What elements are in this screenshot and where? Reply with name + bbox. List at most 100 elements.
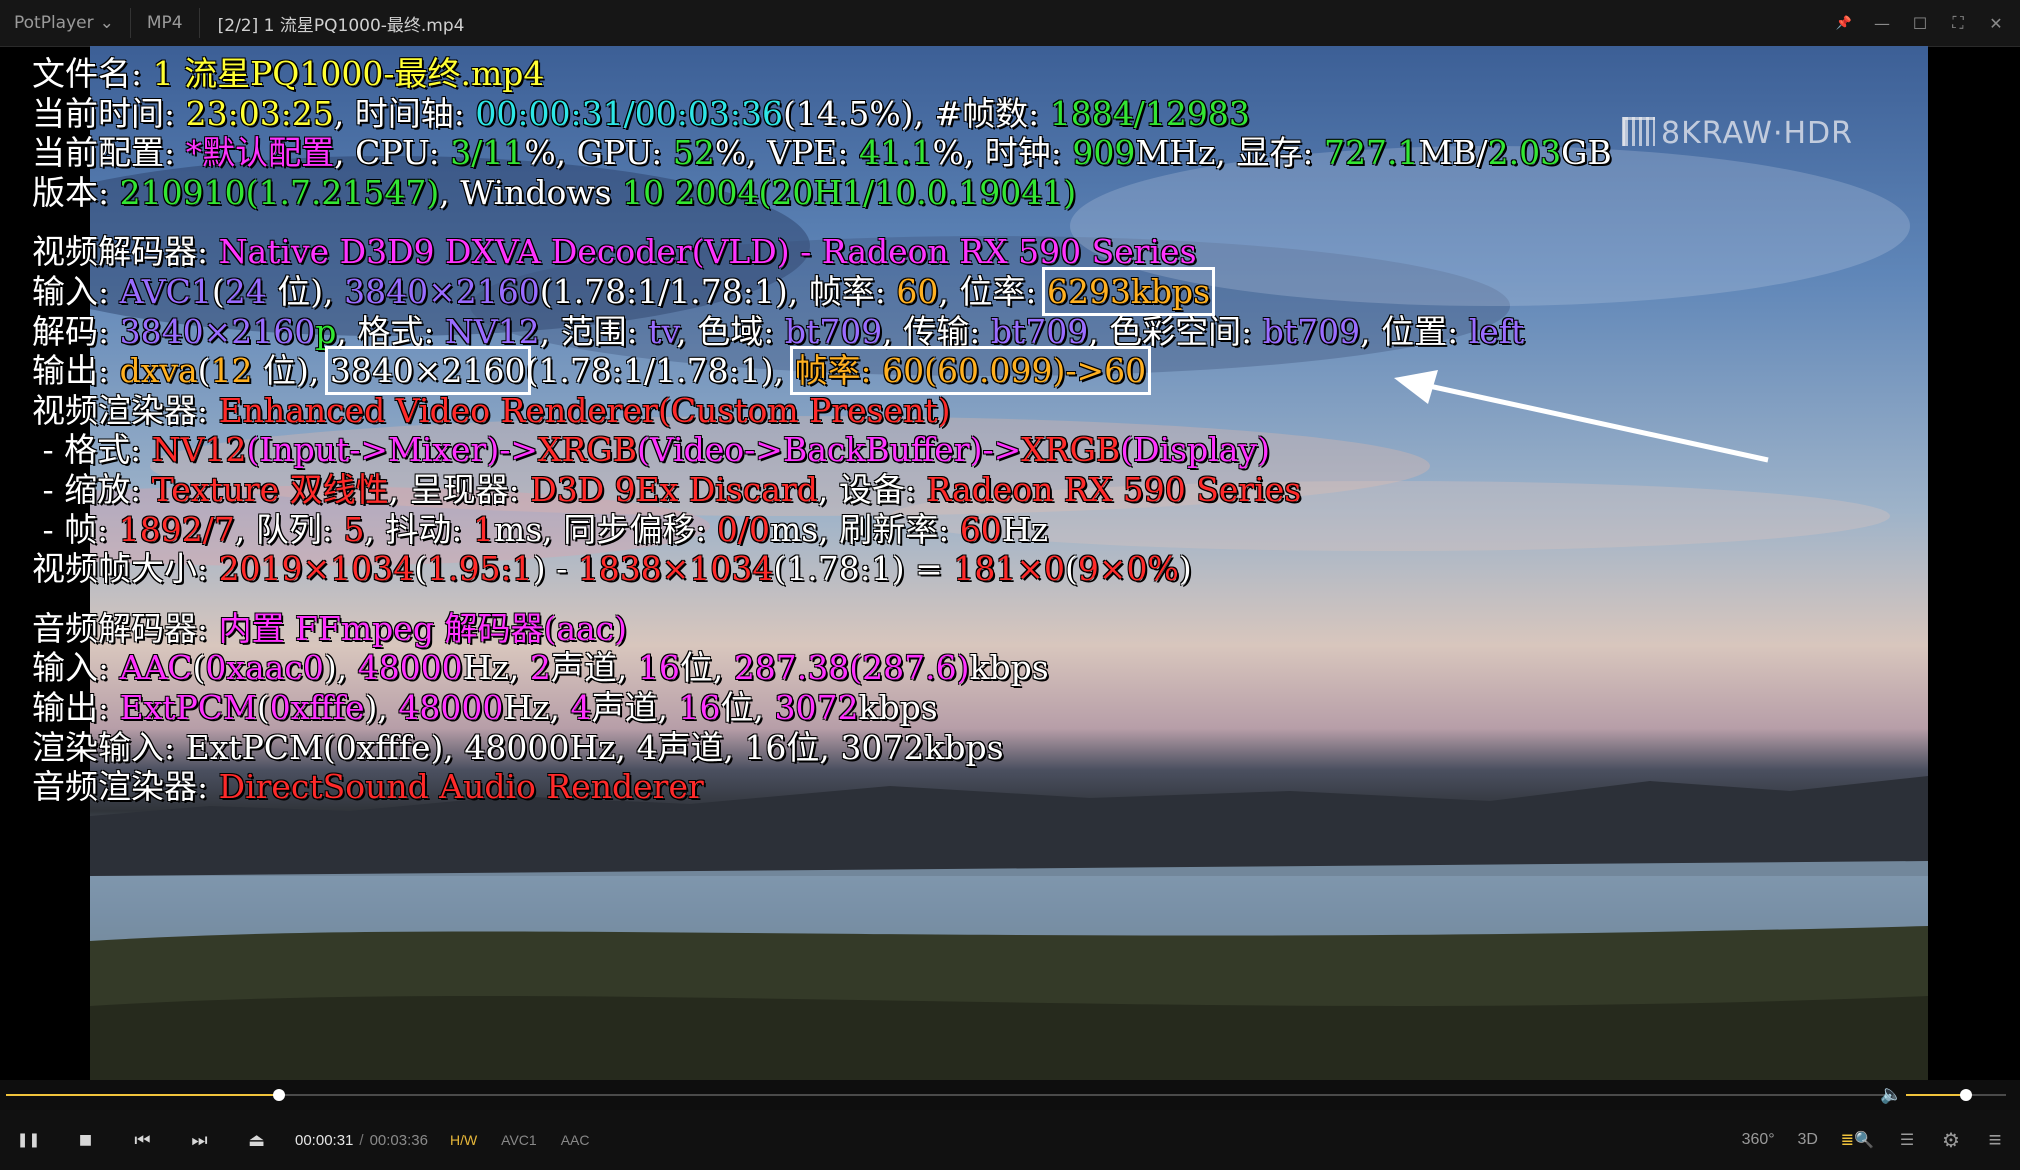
seek-handle[interactable]: [272, 1089, 285, 1101]
osd-text: (Video->BackBuffer)->: [636, 430, 1022, 470]
osd-text: (1.78:1/1.78:1), 帧率:: [539, 271, 897, 311]
osd-text: 0/0: [716, 509, 770, 549]
previous-button[interactable]: ⏮: [114, 1130, 171, 1151]
title-bar: PotPlayer ⌄ MP4 [2/2] 1 流星PQ1000-最终.mp4 …: [0, 0, 2020, 47]
fullscreen-button[interactable]: ⛶: [1948, 13, 1968, 33]
settings-gear-icon[interactable]: ⚙: [1940, 1128, 1962, 1153]
osd-text: 输入:: [32, 648, 120, 688]
osd-text: NV12: [444, 311, 540, 351]
app-menu-button[interactable]: PotPlayer ⌄: [14, 8, 131, 38]
osd-text: Native D3D9 DXVA Decoder(VLD) - Radeon R…: [218, 232, 1197, 272]
osd-text: 16: [678, 687, 721, 727]
osd-highlighted-value: 帧率: 60(60.099)->60: [789, 346, 1152, 396]
3d-button[interactable]: 3D: [1797, 1131, 1819, 1149]
osd-text: - 缩放:: [32, 469, 152, 509]
osd-text: , CPU:: [334, 133, 451, 173]
osd-line: 音频解码器: 内置 FFmpeg 解码器(aac): [32, 609, 1612, 649]
osd-text: 输出:: [32, 351, 120, 391]
osd-text: 12: [210, 351, 253, 391]
eject-button[interactable]: ⏏: [228, 1130, 285, 1151]
close-button[interactable]: ✕: [1986, 14, 2006, 33]
hardware-decode-tag[interactable]: H/W: [444, 1130, 483, 1150]
osd-text: ms, 同步偏移:: [494, 509, 717, 549]
osd-text: MB/: [1418, 133, 1488, 173]
osd-text: 版本:: [32, 172, 120, 212]
pause-button[interactable]: ❚❚: [0, 1132, 57, 1148]
format-tag-label: MP4: [146, 13, 183, 33]
osd-text: ): [1178, 549, 1192, 589]
app-name: PotPlayer: [14, 13, 94, 33]
playlist-icon[interactable]: ☰: [1896, 1130, 1918, 1150]
osd-text: %, VPE:: [714, 133, 859, 173]
osd-line: 视频帧大小: 2019×1034(1.95:1) - 1838×1034(1.7…: [32, 549, 1612, 589]
watermark: 8KRAW·HDR: [1622, 116, 1853, 151]
minimize-button[interactable]: —: [1872, 14, 1892, 33]
osd-line: 视频解码器: Native D3D9 DXVA Decoder(VLD) - R…: [32, 232, 1612, 272]
audio-codec-tag[interactable]: AAC: [555, 1130, 596, 1150]
volume-slider[interactable]: [1906, 1089, 2006, 1101]
volume-icon[interactable]: 🔈: [1880, 1084, 1902, 1105]
osd-text: 1.95:1: [427, 549, 533, 589]
osd-text: 1892/7: [118, 509, 235, 549]
osd-text: 1884/12983: [1049, 93, 1250, 133]
volume-handle[interactable]: [1960, 1089, 1972, 1101]
watermark-logo-icon: [1622, 117, 1656, 146]
osd-text: (: [197, 351, 211, 391]
osd-line: 输出: ExtPCM(0xfffe), 48000Hz, 4声道, 16位, 3…: [32, 688, 1612, 728]
osd-text: 0xfffe: [269, 687, 365, 727]
osd-text: p: [315, 311, 337, 351]
osd-text: 23:03:25: [185, 93, 334, 133]
osd-text: 5: [343, 509, 365, 549]
osd-text: , 设备:: [817, 469, 927, 509]
chevron-down-icon: ⌄: [99, 13, 114, 33]
osd-text: 16: [637, 648, 680, 688]
osd-line: 输入: AVC1(24 位), 3840×2160(1.78:1/1.78:1)…: [32, 266, 1612, 316]
osd-line: 文件名: 1 流星PQ1000-最终.mp4: [32, 54, 1612, 94]
subtitle-search-icon[interactable]: ≣🔍: [1841, 1130, 1874, 1150]
osd-text: Texture 双线性: [151, 469, 389, 509]
osd-line: 当前时间: 23:03:25, 时间轴: 00:00:31/00:03:36(1…: [32, 94, 1612, 134]
osd-text: , 队列:: [234, 509, 344, 549]
osd-line: - 帧: 1892/7, 队列: 5, 抖动: 1ms, 同步偏移: 0/0ms…: [32, 510, 1612, 550]
osd-text: 当前时间:: [32, 93, 186, 133]
osd-text: 2019×1034: [218, 549, 415, 589]
osd-text: (1.78:1/1.78:1),: [525, 351, 795, 391]
osd-text: DirectSound Audio Renderer: [218, 767, 704, 807]
osd-text: kbps: [969, 648, 1049, 688]
osd-line: 音频渲染器: DirectSound Audio Renderer: [32, 767, 1612, 807]
osd-line: - 格式: NV12(Input->Mixer)->XRGB(Video->Ba…: [32, 430, 1612, 470]
osd-text: 1: [473, 509, 495, 549]
osd-text: , 传输:: [882, 311, 991, 351]
seek-bar[interactable]: [6, 1089, 1886, 1101]
maximize-button[interactable]: ☐: [1910, 14, 1930, 33]
menu-icon[interactable]: ≡: [1984, 1127, 2006, 1153]
osd-text: (Input->Mixer)->: [246, 430, 538, 470]
osd-text: , 色域:: [676, 311, 785, 351]
osd-text: ExtPCM: [119, 687, 257, 727]
osd-text: 287.38(287.6): [733, 648, 970, 688]
osd-line: 输入: AAC(0xaac0), 48000Hz, 2声道, 16位, 287.…: [32, 648, 1612, 688]
osd-text: , 位置:: [1360, 311, 1469, 351]
pin-icon[interactable]: 📌: [1834, 16, 1854, 31]
osd-text: (: [256, 687, 270, 727]
osd-text: 1838×1034: [577, 549, 774, 589]
osd-text: 52: [672, 133, 715, 173]
osd-text: 60: [959, 509, 1002, 549]
vr360-button[interactable]: 360°: [1742, 1131, 1775, 1149]
video-codec-tag[interactable]: AVC1: [495, 1130, 543, 1150]
osd-text: MHz, 显存:: [1135, 133, 1324, 173]
osd-text: , 范围:: [539, 311, 649, 351]
osd-text: 视频渲染器:: [32, 390, 219, 430]
osd-text: XRGB: [1021, 430, 1121, 470]
osd-text: 2.03: [1487, 133, 1562, 173]
stop-button[interactable]: ■: [57, 1132, 114, 1148]
next-button[interactable]: ⏭: [171, 1130, 228, 1151]
osd-text: D3D 9Ex Discard: [530, 469, 818, 509]
osd-text: , 时间轴:: [333, 93, 476, 133]
osd-text: %, GPU:: [524, 133, 673, 173]
osd-text: , 呈现器:: [388, 469, 531, 509]
osd-text: 音频渲染器:: [32, 767, 219, 807]
osd-text: 视频解码器:: [32, 232, 219, 272]
osd-text: AAC: [119, 648, 193, 688]
osd-spacer: [32, 212, 1612, 232]
